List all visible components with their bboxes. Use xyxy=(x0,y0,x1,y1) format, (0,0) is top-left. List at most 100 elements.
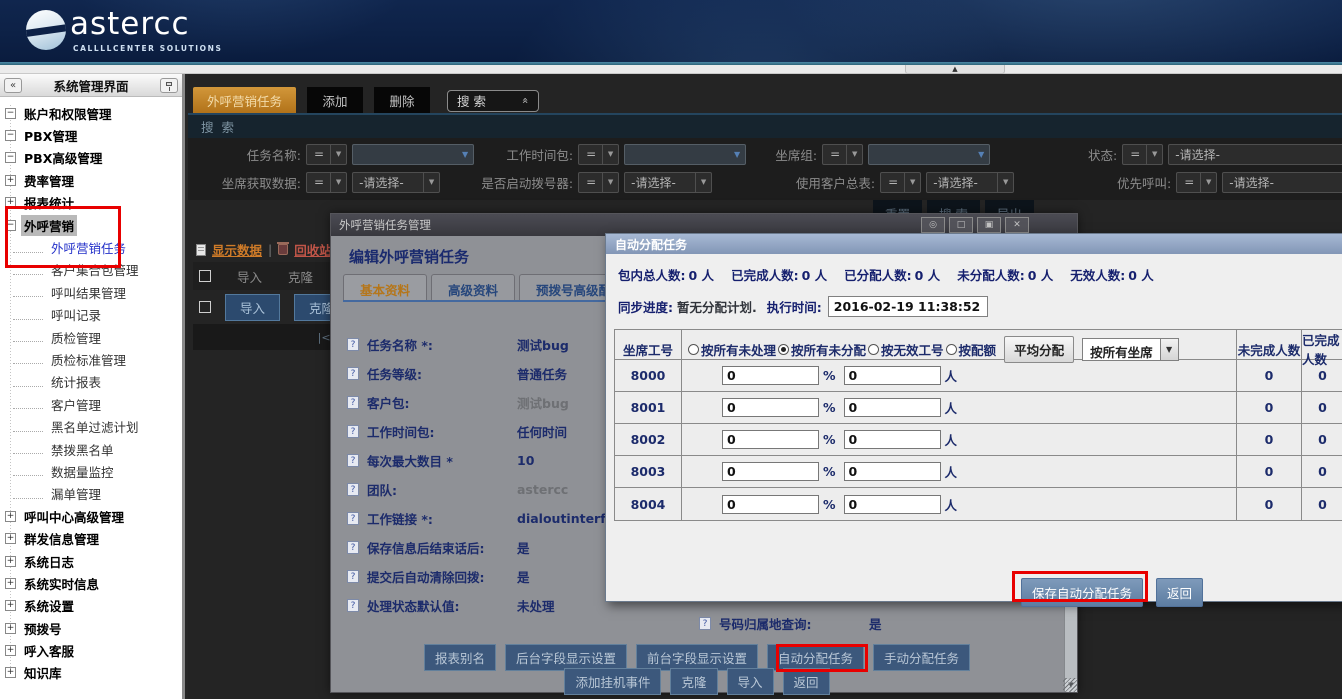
assign-dialog-titlebar[interactable]: 自动分配任务 xyxy=(606,234,1342,254)
expand-toggle-icon[interactable]: + xyxy=(5,645,16,656)
expand-toggle-icon[interactable]: − xyxy=(5,220,16,231)
sidebar-tree-item[interactable]: 数据量监控 xyxy=(0,460,182,482)
expand-toggle-icon[interactable]: + xyxy=(5,556,16,567)
add-button[interactable]: 添加 xyxy=(307,87,363,114)
expand-toggle-icon[interactable]: + xyxy=(5,667,16,678)
expand-toggle-icon[interactable] xyxy=(13,332,43,342)
assign-mode-radio[interactable]: 按所有未分配 xyxy=(778,340,866,359)
sidebar-tree-item[interactable]: + 报表统计 xyxy=(0,192,182,214)
sidebar-tree-item[interactable]: 客户集合包管理 xyxy=(0,259,182,281)
help-icon[interactable]: ? xyxy=(699,617,711,630)
count-input[interactable] xyxy=(844,462,941,481)
percent-input[interactable] xyxy=(722,462,819,481)
resize-grip-icon[interactable] xyxy=(1063,678,1077,692)
expand-toggle-icon[interactable]: + xyxy=(5,533,16,544)
save-auto-assign-button[interactable]: 保存自动分配任务 xyxy=(1021,578,1143,607)
help-icon[interactable]: ? xyxy=(347,512,359,525)
dialog-button[interactable]: 自动分配任务 xyxy=(767,644,864,671)
show-data-link[interactable]: 显示数据 xyxy=(212,240,262,259)
sidebar-tree-item[interactable]: + 预拨号 xyxy=(0,617,182,639)
expand-toggle-icon[interactable]: − xyxy=(5,108,16,119)
recycle-bin-link[interactable]: 回收站 xyxy=(294,240,332,259)
help-icon[interactable]: ? xyxy=(347,570,359,583)
dialog-button[interactable]: 手动分配任务 xyxy=(873,644,970,671)
assign-mode-radio[interactable]: 按所有未处理 xyxy=(688,340,776,359)
expand-toggle-icon[interactable] xyxy=(13,399,43,409)
sidebar-collapse-button[interactable]: « xyxy=(4,78,22,93)
dialog-button[interactable]: 导入 xyxy=(727,668,774,695)
maximize-icon[interactable]: □ xyxy=(949,217,973,233)
sidebar-tree-item[interactable]: 黑名单过滤计划 xyxy=(0,415,182,437)
expand-toggle-icon[interactable]: + xyxy=(5,175,16,186)
expand-toggle-icon[interactable] xyxy=(13,489,43,499)
help-icon[interactable]: ? xyxy=(347,483,359,496)
help-icon[interactable]: ? xyxy=(347,454,359,467)
value-select[interactable]: ▼ xyxy=(868,144,990,165)
sidebar-tree-item[interactable]: + 呼叫中心高级管理 xyxy=(0,505,182,527)
value-select[interactable]: -请选择-▼ xyxy=(352,172,440,193)
field-value[interactable]: 是 xyxy=(517,567,530,586)
count-input[interactable] xyxy=(844,430,941,449)
expand-toggle-icon[interactable]: + xyxy=(5,578,16,589)
sidebar-tree-item[interactable]: + 费率管理 xyxy=(0,169,182,191)
sidebar-tree-item[interactable]: + 知识库 xyxy=(0,662,182,684)
agent-scope-select[interactable]: 按所有坐席 ▼ xyxy=(1082,338,1179,361)
field-value[interactable]: 是 xyxy=(517,538,530,557)
dialog-button[interactable]: 后台字段显示设置 xyxy=(505,644,627,671)
expand-toggle-icon[interactable]: − xyxy=(5,152,16,163)
sidebar-tree-item[interactable]: − PBX管理 xyxy=(0,124,182,146)
count-input[interactable] xyxy=(844,366,941,385)
sidebar-pin-button[interactable] xyxy=(160,78,178,93)
delete-button[interactable]: 删除 xyxy=(374,87,430,114)
expand-toggle-icon[interactable] xyxy=(13,265,43,275)
restore-icon[interactable]: ▣ xyxy=(977,217,1001,233)
help-icon[interactable]: ? xyxy=(347,338,359,351)
count-input[interactable] xyxy=(844,495,941,514)
operator-select[interactable]: =▼ xyxy=(306,144,347,165)
expand-toggle-icon[interactable] xyxy=(13,310,43,320)
percent-input[interactable] xyxy=(722,366,819,385)
header-collapse-arrow[interactable]: ▲ xyxy=(905,65,1005,74)
field-value[interactable]: 10 xyxy=(517,453,534,468)
tab-outbound-tasks[interactable]: 外呼营销任务 xyxy=(193,87,296,114)
sidebar-tree-item[interactable]: 质检管理 xyxy=(0,326,182,348)
assign-mode-radio[interactable]: 按配额 xyxy=(946,340,997,359)
help-icon[interactable]: ? xyxy=(347,599,359,612)
operator-select[interactable]: =▼ xyxy=(578,144,619,165)
field-value[interactable]: 是 xyxy=(869,614,882,633)
dialog-button[interactable]: 报表别名 xyxy=(424,644,496,671)
operator-select[interactable]: =▼ xyxy=(578,172,619,193)
operator-select[interactable]: =▼ xyxy=(1176,172,1217,193)
expand-toggle-icon[interactable] xyxy=(13,243,43,253)
import-button[interactable]: 导入 xyxy=(225,294,280,321)
expand-toggle-icon[interactable] xyxy=(13,287,43,297)
sidebar-tree-item[interactable]: + 系统日志 xyxy=(0,550,182,572)
field-value[interactable]: 任何时间 xyxy=(517,422,567,441)
assign-mode-radio[interactable]: 按无效工号 xyxy=(868,340,944,359)
operator-select[interactable]: =▼ xyxy=(822,144,863,165)
expand-toggle-icon[interactable]: + xyxy=(5,511,16,522)
dialog-button[interactable]: 返回 xyxy=(783,668,830,695)
first-page-button[interactable]: |< xyxy=(318,331,331,344)
return-button[interactable]: 返回 xyxy=(1156,578,1203,607)
expand-toggle-icon[interactable]: + xyxy=(5,197,16,208)
value-select[interactable]: -请选择-▼ xyxy=(624,172,712,193)
help-icon[interactable]: ? xyxy=(347,541,359,554)
sidebar-tree-item[interactable]: 客户管理 xyxy=(0,393,182,415)
sidebar-tree-item[interactable]: − 账户和权限管理 xyxy=(0,102,182,124)
sidebar-tree-item[interactable]: 外呼营销任务 xyxy=(0,236,182,258)
operator-select[interactable]: =▼ xyxy=(306,172,347,193)
help-icon[interactable]: ? xyxy=(347,367,359,380)
minimize-icon[interactable]: ◎ xyxy=(921,217,945,233)
expand-toggle-icon[interactable] xyxy=(13,354,43,364)
search-toggle-button[interactable]: 搜 索 « xyxy=(447,90,539,112)
exec-time-input[interactable] xyxy=(828,296,988,317)
average-assign-button[interactable]: 平均分配 xyxy=(1004,336,1074,363)
value-select[interactable]: -请选择-▼ xyxy=(1168,144,1342,165)
value-select[interactable]: ▼ xyxy=(352,144,474,165)
sidebar-tree-item[interactable]: + 呼入客服 xyxy=(0,639,182,661)
sidebar-tree-item[interactable]: + 系统设置 xyxy=(0,595,182,617)
help-icon[interactable]: ? xyxy=(347,396,359,409)
value-select[interactable]: ▼ xyxy=(624,144,746,165)
count-input[interactable] xyxy=(844,398,941,417)
